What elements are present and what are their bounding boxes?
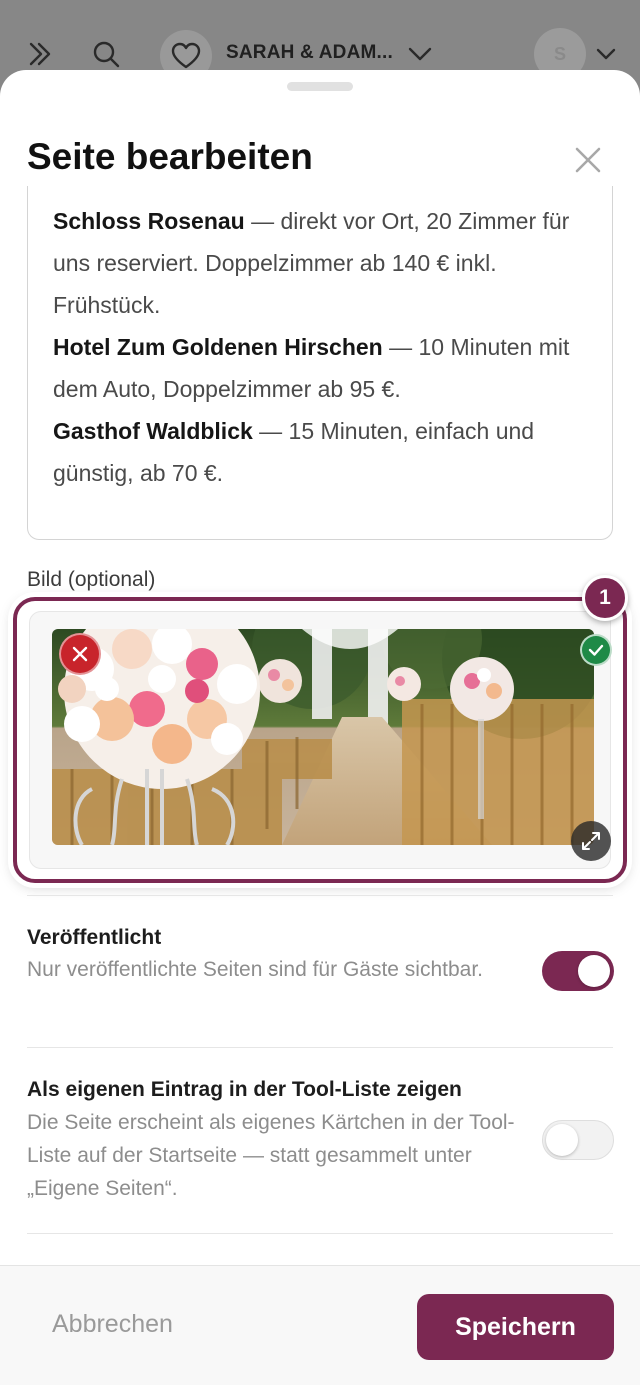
tool-list-toggle[interactable] xyxy=(542,1120,614,1160)
close-icon xyxy=(72,646,88,662)
toggle-knob xyxy=(578,955,610,987)
check-icon xyxy=(588,644,604,656)
edit-page-sheet: Seite bearbeiten Schloss Rosenau — direk… xyxy=(0,70,640,1385)
paragraph-bold-text: Schloss Rosenau xyxy=(53,208,245,234)
search-icon[interactable] xyxy=(88,36,124,72)
tool-list-setting-title: Als eigenen Eintrag in der Tool-Liste ze… xyxy=(27,1078,462,1101)
tool-list-setting-description: Die Seite erscheint als eigenes Kärtchen… xyxy=(27,1111,515,1200)
published-setting-description: Nur veröffentlichte Seiten sind für Gäst… xyxy=(27,958,484,981)
image-field-label: Bild (optional) xyxy=(27,568,156,591)
sheet-grabber[interactable] xyxy=(287,82,353,91)
toggle-knob xyxy=(546,1123,578,1156)
sheet-footer: Abbrechen Speichern xyxy=(0,1265,640,1385)
chevron-down-icon[interactable] xyxy=(402,36,438,72)
cancel-button[interactable]: Abbrechen xyxy=(52,1310,173,1339)
image-card[interactable] xyxy=(29,611,612,869)
paragraph-bold-text: Gasthof Waldblick xyxy=(53,418,253,444)
remove-image-button[interactable] xyxy=(59,633,101,675)
selected-badge xyxy=(580,634,612,666)
content-paragraph: Schloss Rosenau — direkt vor Ort, 20 Zim… xyxy=(53,200,586,326)
event-title[interactable]: SARAH & ADAM... xyxy=(226,42,393,64)
divider xyxy=(27,895,613,896)
step-badge: 1 xyxy=(582,575,628,621)
expand-image-button[interactable] xyxy=(571,821,611,861)
image-picker-highlight xyxy=(13,597,627,883)
content-textarea[interactable]: Schloss Rosenau — direkt vor Ort, 20 Zim… xyxy=(27,186,613,540)
published-toggle[interactable] xyxy=(542,951,614,991)
close-button[interactable] xyxy=(568,140,608,180)
expand-icon xyxy=(582,832,600,850)
content-paragraph: Hotel Zum Goldenen Hirschen — 10 Minuten… xyxy=(53,326,586,410)
paragraph-bold-text: Hotel Zum Goldenen Hirschen xyxy=(53,334,383,360)
close-icon xyxy=(575,147,601,173)
content-paragraph: Gasthof Waldblick — 15 Minuten, einfach … xyxy=(53,410,586,494)
divider xyxy=(27,1233,613,1234)
save-button[interactable]: Speichern xyxy=(417,1294,614,1360)
published-setting-title: Veröffentlicht xyxy=(27,926,162,949)
sheet-title: Seite bearbeiten xyxy=(27,136,313,177)
double-chevron-right-icon[interactable] xyxy=(22,36,58,72)
chevron-down-icon[interactable] xyxy=(588,36,624,72)
wedding-photo[interactable] xyxy=(52,629,594,845)
divider xyxy=(27,1047,613,1048)
